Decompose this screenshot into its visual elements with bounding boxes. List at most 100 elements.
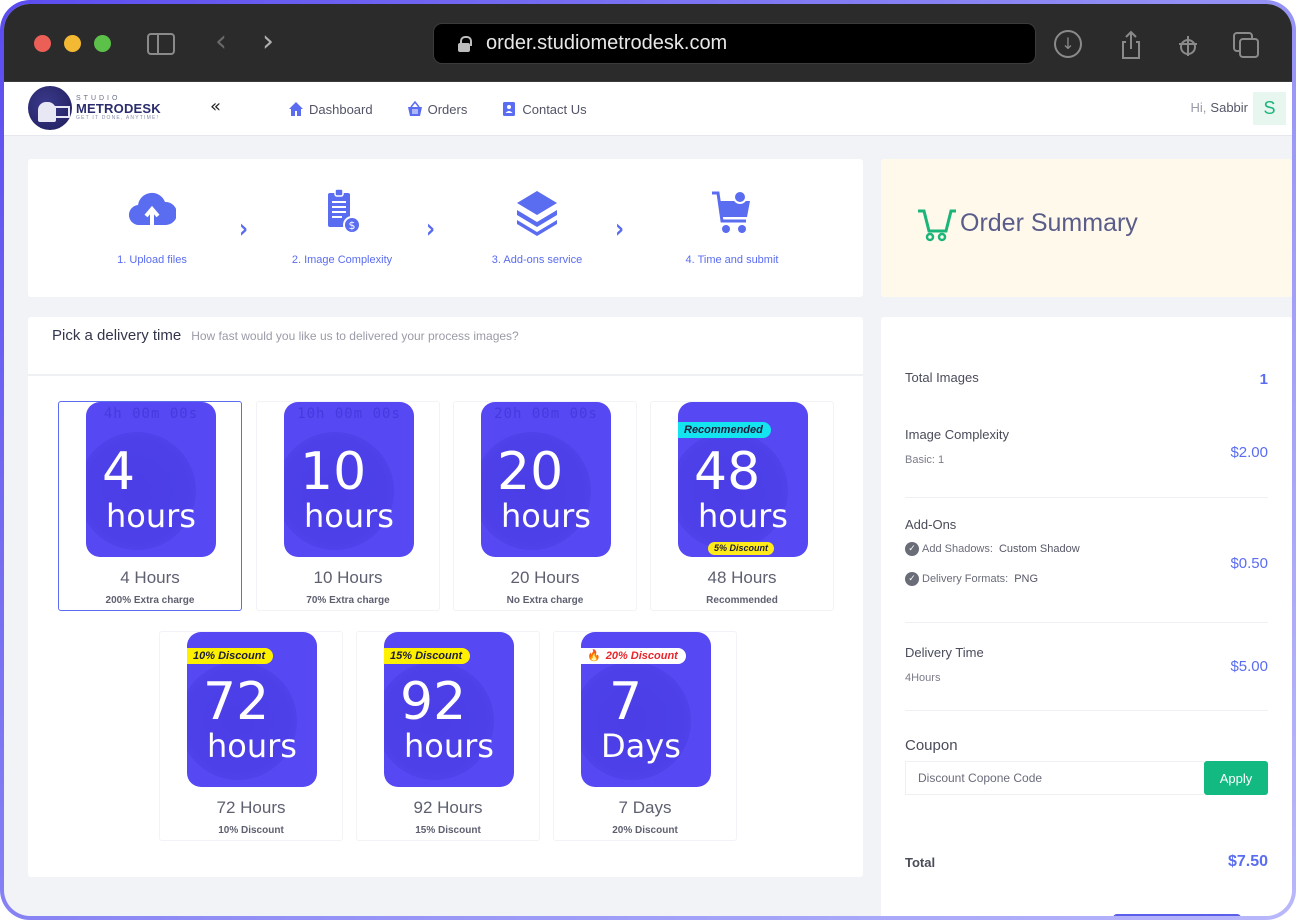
nav-dashboard-label: Dashboard <box>309 101 373 117</box>
delivery-option-48-hours[interactable]: Recommended 48 hours 5% Discount 48 Hour… <box>650 401 834 611</box>
cloud-upload-icon <box>129 192 176 226</box>
delivery-tile: Recommended 48 hours 5% Discount <box>678 402 808 557</box>
sidebar-toggle-icon[interactable] <box>147 33 175 55</box>
summary-image-complexity: Image Complexity Basic: 1 $2.00 <box>905 427 1268 466</box>
option-note: Recommended <box>706 595 778 606</box>
delivery-option-10-hours[interactable]: 10h 00m 00s 10 hours 10 Hours 70% Extra … <box>256 401 440 611</box>
back-arrow-icon[interactable]: ‹ <box>215 24 227 60</box>
order-summary-header: Order Summary <box>881 159 1292 297</box>
delivery-time-detail: 4Hours <box>905 672 941 684</box>
logo-emblem <box>28 86 72 130</box>
step-label: 3. Add-ons service <box>491 254 583 266</box>
divider <box>905 497 1268 498</box>
coupon-label: Coupon <box>905 737 958 754</box>
option-title: 7 Days <box>618 798 672 817</box>
total-images-label: Total Images <box>905 370 979 385</box>
complexity-label: Image Complexity <box>905 427 1010 442</box>
addon-value: Custom Shadow <box>998 543 1080 555</box>
delivery-header: Pick a delivery time How fast would you … <box>28 317 863 376</box>
tile-unit: hours <box>207 727 297 765</box>
minimize-window-button[interactable] <box>64 35 81 52</box>
step-addons-service[interactable]: 3. Add-ons service <box>457 187 617 266</box>
order-summary-panel: Total Images 1 Image Complexity Basic: 1… <box>881 317 1292 916</box>
tabs-overview-icon[interactable] <box>1232 30 1260 58</box>
user-greeting: Hi, Sabbir <box>1191 100 1248 115</box>
app-header: STUDIO METRODESK GET IT DONE, ANYTIME! «… <box>4 82 1292 136</box>
extension-icon[interactable] <box>1174 30 1202 58</box>
delivery-tile: 4h 00m 00s 4 hours <box>86 402 216 557</box>
tile-timer: 10h 00m 00s <box>297 406 401 422</box>
nav-dashboard[interactable]: Dashboard <box>288 101 373 117</box>
delivery-option-20-hours[interactable]: 20h 00m 00s 20 hours 20 Hours No Extra c… <box>453 401 637 611</box>
delivery-option-4-hours[interactable]: 4h 00m 00s 4 hours 4 Hours 200% Extra ch… <box>58 401 242 611</box>
share-icon[interactable] <box>1117 30 1145 59</box>
discount-ribbon: 10% Discount <box>187 648 274 664</box>
order-summary-title: Order Summary <box>960 208 1138 237</box>
option-title: 72 Hours <box>216 798 286 817</box>
address-bar[interactable]: order.studiometrodesk.com <box>433 23 1036 64</box>
step-image-complexity[interactable]: $ 2. Image Complexity <box>262 187 422 266</box>
submit-button[interactable] <box>1113 914 1241 916</box>
addon-item: ✓ Delivery Formats: PNG <box>905 572 1268 586</box>
option-title: 10 Hours <box>313 568 383 587</box>
nav-contact[interactable]: Contact Us <box>501 101 587 117</box>
option-note: 70% Extra charge <box>306 595 390 606</box>
complexity-detail: Basic: 1 <box>905 454 945 466</box>
avatar[interactable]: S <box>1253 92 1286 125</box>
total-label: Total <box>905 855 936 870</box>
tile-unit: hours <box>501 497 591 535</box>
check-circle-icon: ✓ <box>905 572 919 586</box>
tile-number: 10 <box>300 442 367 502</box>
close-window-button[interactable] <box>34 35 51 52</box>
tile-unit: hours <box>304 497 394 535</box>
option-title: 92 Hours <box>413 798 483 817</box>
total-value: $7.50 <box>1227 853 1268 870</box>
tile-unit: Days <box>601 727 681 765</box>
delivery-option-72-hours[interactable]: 10% Discount 72 hours 72 Hours 10% Disco… <box>159 631 343 841</box>
summary-addons: Add-Ons ✓ Add Shadows: Custom Shadow ✓ D… <box>905 517 1268 586</box>
divider <box>905 710 1268 711</box>
tile-unit: hours <box>106 497 196 535</box>
nav-orders[interactable]: Orders <box>407 101 467 117</box>
option-title: 20 Hours <box>510 568 580 587</box>
lock-icon <box>458 35 472 52</box>
divider <box>905 622 1268 623</box>
step-upload-files[interactable]: 1. Upload files <box>72 187 232 266</box>
maximize-window-button[interactable] <box>94 35 111 52</box>
summary-total: Total $7.50 <box>905 853 1268 870</box>
apply-coupon-button[interactable]: Apply <box>1204 761 1268 795</box>
option-note: 20% Discount <box>612 825 678 836</box>
step-time-and-submit[interactable]: 4. Time and submit <box>652 187 812 266</box>
addons-price: $0.50 <box>1230 555 1268 572</box>
delivery-time-label: Delivery Time <box>905 645 984 660</box>
addon-value: PNG <box>1014 573 1039 585</box>
delivery-option-92-hours[interactable]: 15% Discount 92 hours 92 Hours 15% Disco… <box>356 631 540 841</box>
contact-icon <box>503 102 516 116</box>
delivery-title: Pick a delivery time <box>52 327 182 344</box>
delivery-option-7-days[interactable]: 🔥 20% Discount 7 Days 7 Days 20% Discount <box>553 631 737 841</box>
cart-gear-icon <box>712 190 750 233</box>
greeting-text: Hi, <box>1190 100 1207 115</box>
addon-key: Add Shadows: <box>922 543 993 555</box>
step-label: 4. Time and submit <box>685 254 779 266</box>
tile-timer: 20h 00m 00s <box>494 406 598 422</box>
forward-arrow-icon[interactable]: › <box>262 24 274 60</box>
delivery-time-panel: Pick a delivery time How fast would you … <box>28 317 863 877</box>
url-text[interactable]: order.studiometrodesk.com <box>486 32 727 55</box>
logo-tagline: GET IT DONE, ANYTIME! <box>76 115 160 121</box>
discount-ribbon: 🔥 20% Discount <box>581 648 686 664</box>
coupon-form: Apply <box>905 761 1268 795</box>
collapse-sidebar-icon[interactable]: « <box>210 96 221 117</box>
step-arrow-icon: › <box>426 214 436 245</box>
option-title: 4 Hours <box>120 568 180 587</box>
home-icon <box>289 102 303 116</box>
recommended-ribbon: Recommended <box>678 422 771 438</box>
logo-name: METRODESK <box>76 101 161 116</box>
coupon-input[interactable] <box>905 761 1204 795</box>
logo[interactable]: STUDIO METRODESK GET IT DONE, ANYTIME! <box>28 86 161 130</box>
tile-number: 4 <box>102 442 136 502</box>
download-icon[interactable]: ↓ <box>1054 30 1082 58</box>
discount-badge: 5% Discount <box>708 542 775 555</box>
discount-ribbon-text: 20% Discount <box>605 650 678 662</box>
addon-key: Delivery Formats: <box>922 573 1009 585</box>
